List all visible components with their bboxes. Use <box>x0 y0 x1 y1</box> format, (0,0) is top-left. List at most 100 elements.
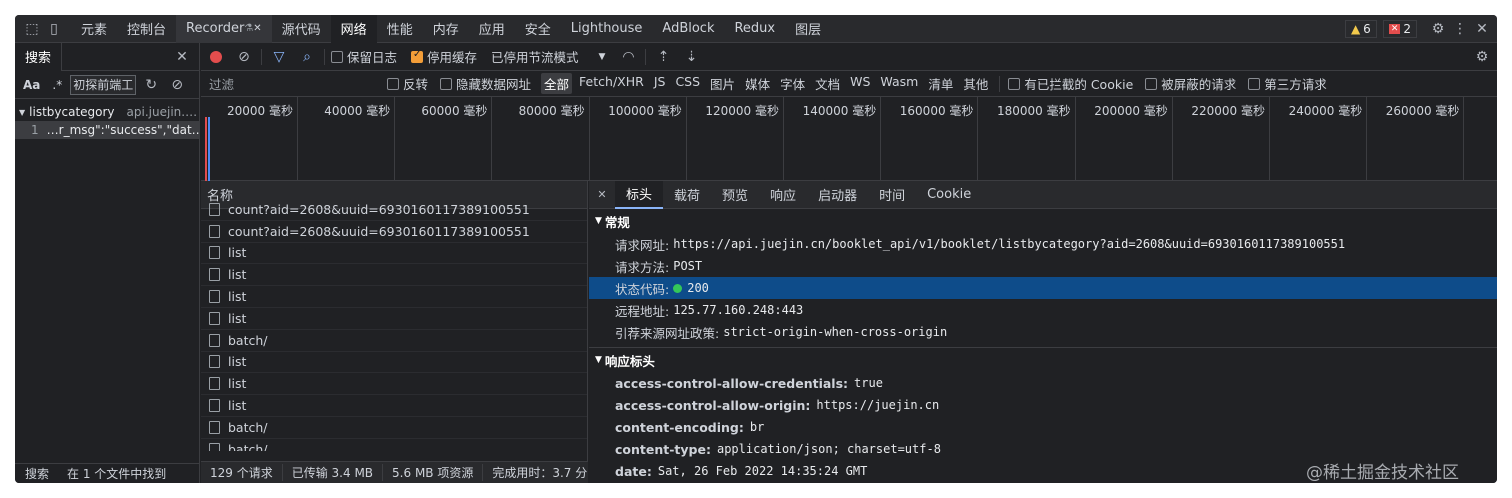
response-header-row[interactable]: content-encoding: br <box>589 416 1497 438</box>
request-row[interactable]: count?aid=2608&uuid=6930160117389100551 <box>201 221 587 243</box>
request-row[interactable]: count?aid=2608&uuid=6930160117389100551 <box>201 199 587 221</box>
errors-badge[interactable]: ✕ 2 <box>1382 19 1417 38</box>
settings-gear-icon[interactable]: ⚙ <box>1427 18 1449 40</box>
clear-search-icon[interactable]: ⊘ <box>166 74 188 96</box>
throttle-select[interactable]: 已停用节流模式 ▼ <box>491 47 605 66</box>
general-row[interactable]: 引荐来源网址政策: strict-origin-when-cross-origin <box>589 321 1497 343</box>
type-filter-3[interactable]: CSS <box>672 73 703 94</box>
timeline-gridline <box>1171 97 1173 181</box>
third-party-checkbox[interactable]: 第三方请求 <box>1248 74 1327 93</box>
detail-tab-6[interactable]: Cookie <box>916 181 982 209</box>
detail-tab-0[interactable]: 标头 <box>615 180 664 209</box>
device-toolbar-icon[interactable]: ▯ <box>43 18 65 40</box>
response-headers-section-title[interactable]: ▼ 响应标头 <box>589 348 1497 372</box>
result-file-row[interactable]: ▼ listbycategory api.juejin.… <box>15 103 199 121</box>
type-filter-5[interactable]: 媒体 <box>742 73 773 94</box>
preserve-log-checkbox[interactable]: 保留日志 <box>331 47 397 66</box>
warnings-badge[interactable]: ▲ 6 <box>1344 19 1377 38</box>
detail-tab-4[interactable]: 启动器 <box>807 181 868 209</box>
response-header-row[interactable]: access-control-allow-origin: https://juej… <box>589 394 1497 416</box>
type-filter-8[interactable]: WS <box>847 73 873 94</box>
hide-data-urls-checkbox[interactable]: 隐藏数据网址 <box>440 74 531 93</box>
import-har-icon[interactable]: ⇡ <box>652 46 674 68</box>
match-case-toggle[interactable]: Aa <box>19 78 44 92</box>
tab-3[interactable]: 源代码 <box>272 15 331 43</box>
tab-12[interactable]: 图层 <box>785 15 831 43</box>
request-row[interactable]: list <box>201 264 587 287</box>
inspect-element-icon[interactable]: ⬚ <box>21 18 43 40</box>
request-row[interactable]: list <box>201 286 587 308</box>
search-input[interactable]: 初探前端工 <box>70 74 137 95</box>
tab-1[interactable]: 控制台 <box>117 15 176 43</box>
more-options-icon[interactable]: ⋮ <box>1449 18 1471 40</box>
request-row[interactable]: batch/ <box>201 330 587 352</box>
type-filter-0[interactable]: 全部 <box>541 73 573 94</box>
type-filter-9[interactable]: Wasm <box>877 73 921 94</box>
tab-10[interactable]: AdBlock <box>652 15 724 43</box>
tab-5[interactable]: 性能 <box>377 15 423 43</box>
general-row[interactable]: 状态代码: 200 <box>589 277 1497 299</box>
search-icon[interactable]: ⌕ <box>296 46 318 68</box>
panel-tabs: 元素 控制台 Recorder ⚗ ✕ 源代码 网络 性能 内存 应用 安全 Lighthouse… <box>71 15 831 43</box>
detail-tab-2[interactable]: 预览 <box>711 181 759 209</box>
type-filter-1[interactable]: Fetch/XHR <box>576 73 647 94</box>
filter-input[interactable]: 过滤 <box>205 74 381 94</box>
blocked-cookies-checkbox[interactable]: 有已拦截的 Cookie <box>1008 74 1133 93</box>
type-filter-10[interactable]: 清单 <box>925 73 956 94</box>
close-search-icon[interactable]: ✕ <box>171 46 193 68</box>
request-row[interactable]: batch/ <box>201 439 587 451</box>
close-tab-icon[interactable]: ✕ <box>253 23 261 34</box>
request-row[interactable]: list <box>201 395 587 417</box>
tab-7[interactable]: 应用 <box>469 15 515 43</box>
close-detail-icon[interactable]: ✕ <box>591 184 613 206</box>
request-row[interactable]: list <box>201 373 587 396</box>
request-name: batch/ <box>228 332 268 348</box>
request-row[interactable]: list <box>201 243 587 265</box>
tab-6[interactable]: 内存 <box>423 15 469 43</box>
tab-2[interactable]: Recorder ⚗ ✕ <box>176 15 272 43</box>
detail-tab-5[interactable]: 时间 <box>868 181 916 209</box>
export-har-icon[interactable]: ⇣ <box>680 46 702 68</box>
detail-tab-1[interactable]: 载荷 <box>663 181 711 209</box>
type-filter-4[interactable]: 图片 <box>707 73 738 94</box>
tab-8[interactable]: 安全 <box>515 15 561 43</box>
general-section-title[interactable]: ▼ 常规 <box>589 209 1497 233</box>
blocked-requests-checkbox[interactable]: 被屏蔽的请求 <box>1145 74 1236 93</box>
type-filter-2[interactable]: JS <box>651 73 669 94</box>
record-icon[interactable] <box>205 46 227 68</box>
clear-icon[interactable]: ⊘ <box>233 46 255 68</box>
filter-icon[interactable]: ▽ <box>268 46 290 68</box>
type-filter-11[interactable]: 其他 <box>960 73 991 94</box>
response-header-row[interactable]: content-type: application/json; charset=u… <box>589 438 1497 460</box>
tab-4[interactable]: 网络 <box>330 15 377 43</box>
request-row[interactable]: batch/ <box>201 417 587 439</box>
response-header-row[interactable]: access-control-allow-credentials: true <box>589 372 1497 394</box>
request-row[interactable]: list <box>201 308 587 330</box>
regex-toggle[interactable]: .* <box>48 78 66 92</box>
request-row[interactable]: list <box>201 352 587 374</box>
tab-0[interactable]: 元素 <box>71 15 117 43</box>
timeline-gridline <box>1074 97 1076 181</box>
timeline-tick-label: 180000 毫秒 <box>996 104 1071 118</box>
network-overview-timeline[interactable]: 20000 毫秒 40000 毫秒 60000 毫秒 80000 毫秒 100000 毫… <box>201 97 1497 181</box>
type-filter-6[interactable]: 字体 <box>777 73 808 94</box>
type-filter-7[interactable]: 文档 <box>812 73 843 94</box>
network-settings-icon[interactable]: ⚙ <box>1471 46 1493 68</box>
disable-cache-checkbox[interactable]: 停用缓存 <box>411 47 477 66</box>
request-summary-bar: 129 个请求 已传输 3.4 MB 5.6 MB 项资源 完成用时：3.7 分 <box>201 461 588 483</box>
network-conditions-icon[interactable]: ◠ <box>617 46 639 68</box>
search-panel-title[interactable]: 搜索 <box>15 42 63 71</box>
tab-11[interactable]: Redux <box>724 15 785 43</box>
checkbox-icon <box>1248 77 1261 90</box>
result-match-row[interactable]: 1 …r_msg":"success","dat… <box>15 121 199 139</box>
response-header-key: content-type: <box>615 441 711 457</box>
invert-checkbox[interactable]: 反转 <box>387 74 428 93</box>
general-row[interactable]: 请求网址: https://api.juejin.cn/booklet_api/v… <box>589 233 1497 255</box>
close-devtools-icon[interactable]: ✕ <box>1471 18 1493 40</box>
general-row[interactable]: 远程地址: 125.77.160.248:443 <box>589 299 1497 321</box>
detail-tab-3[interactable]: 响应 <box>759 181 807 209</box>
filter-bar: 过滤 反转 隐藏数据网址 全部 Fetch/XHR JS CSS 图片 媒体 字体 文档 WS W… <box>201 71 1497 97</box>
tab-9[interactable]: Lighthouse <box>561 15 653 43</box>
general-row[interactable]: 请求方法: POST <box>589 255 1497 277</box>
refresh-icon[interactable]: ↻ <box>140 74 162 96</box>
